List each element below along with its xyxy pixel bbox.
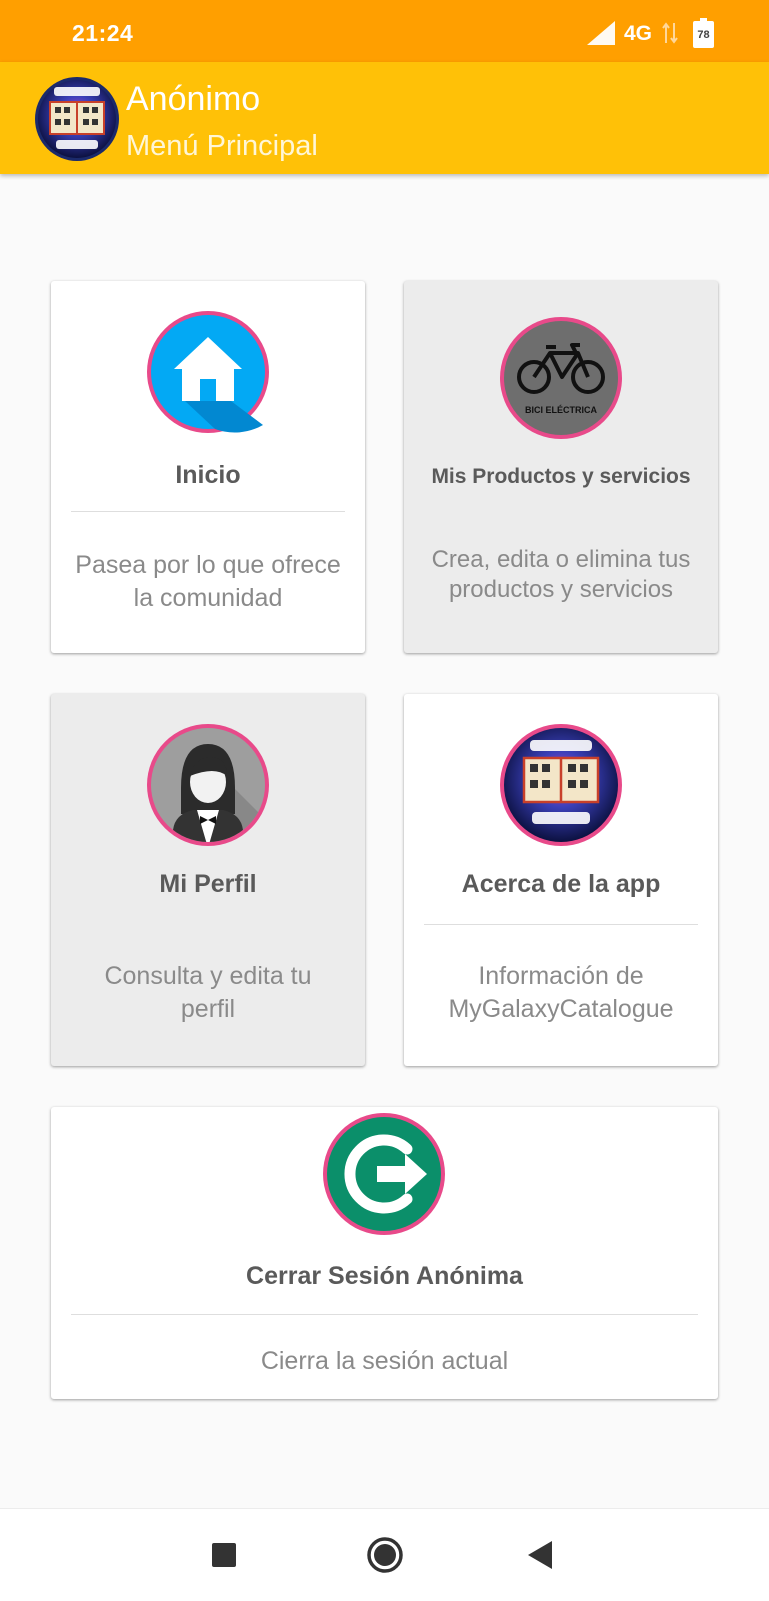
- battery-icon: 78: [693, 18, 714, 48]
- description-line: la comunidad: [133, 584, 283, 612]
- card-description: Información de MyGalaxyCatalogue: [404, 960, 718, 1026]
- card-title: Cerrar Sesión Anónima: [246, 1262, 523, 1290]
- network-type: 4G: [624, 22, 653, 45]
- description-line: Pasea por lo que ofrece: [75, 551, 341, 579]
- card-description: Crea, edita o elimina tus productos y se…: [404, 545, 718, 605]
- app-subtitle: Menú Principal: [126, 130, 318, 162]
- app-title: Anónimo: [126, 80, 261, 118]
- description-line: Cierra la sesión actual: [260, 1347, 509, 1375]
- status-time: 21:24: [72, 20, 134, 46]
- profile-avatar-icon: [147, 724, 269, 846]
- logout-icon: [323, 1113, 445, 1235]
- menu-card-cerrar-sesion[interactable]: Cerrar Sesión Anónima Cierra la sesión a…: [51, 1107, 718, 1399]
- menu-card-inicio[interactable]: Inicio Pasea por lo que ofrece la comuni…: [51, 281, 365, 653]
- signal-icon: [587, 21, 615, 45]
- card-description: Pasea por lo que ofrece la comunidad: [51, 549, 365, 615]
- card-description: Consulta y edita tu perfil: [51, 960, 365, 1026]
- description-line: productos y servicios: [448, 576, 674, 603]
- home-icon: [147, 311, 269, 433]
- description-line: Información de: [478, 962, 644, 990]
- app-logo-icon: [500, 724, 622, 846]
- app-logo-icon: [35, 77, 119, 161]
- recents-square-icon[interactable]: [211, 1542, 237, 1568]
- card-divider: [71, 511, 345, 512]
- data-arrows-icon: [662, 22, 678, 44]
- card-title: Mis Productos y servicios: [431, 465, 691, 488]
- app-bar: Anónimo Menú Principal: [0, 62, 769, 174]
- card-divider: [71, 1314, 698, 1315]
- card-description: Cierra la sesión actual: [51, 1345, 718, 1378]
- status-bar: 21:24 4G 78: [0, 0, 769, 62]
- back-triangle-icon[interactable]: [527, 1540, 553, 1570]
- card-title: Mi Perfil: [159, 870, 257, 898]
- description-line: perfil: [180, 995, 236, 1023]
- description-line: Consulta y edita tu: [104, 962, 312, 990]
- bicycle-icon: BICI ELÉCTRICA: [500, 317, 622, 439]
- battery-level: 78: [697, 29, 710, 41]
- menu-card-mi-perfil[interactable]: Mi Perfil Consulta y edita tu perfil: [51, 694, 365, 1066]
- menu-card-mis-productos[interactable]: BICI ELÉCTRICA Mis Productos y servicios…: [404, 281, 718, 653]
- home-circle-icon[interactable]: [366, 1536, 404, 1574]
- bicycle-icon-caption: BICI ELÉCTRICA: [525, 405, 598, 415]
- description-line: Crea, edita o elimina tus: [431, 546, 691, 573]
- system-nav-bar: [0, 1508, 769, 1601]
- description-line: MyGalaxyCatalogue: [448, 995, 674, 1023]
- card-title: Acerca de la app: [461, 870, 661, 898]
- card-title: Inicio: [175, 461, 241, 489]
- menu-card-acerca-de[interactable]: Acerca de la app Información de MyGalaxy…: [404, 694, 718, 1066]
- card-divider: [424, 924, 698, 925]
